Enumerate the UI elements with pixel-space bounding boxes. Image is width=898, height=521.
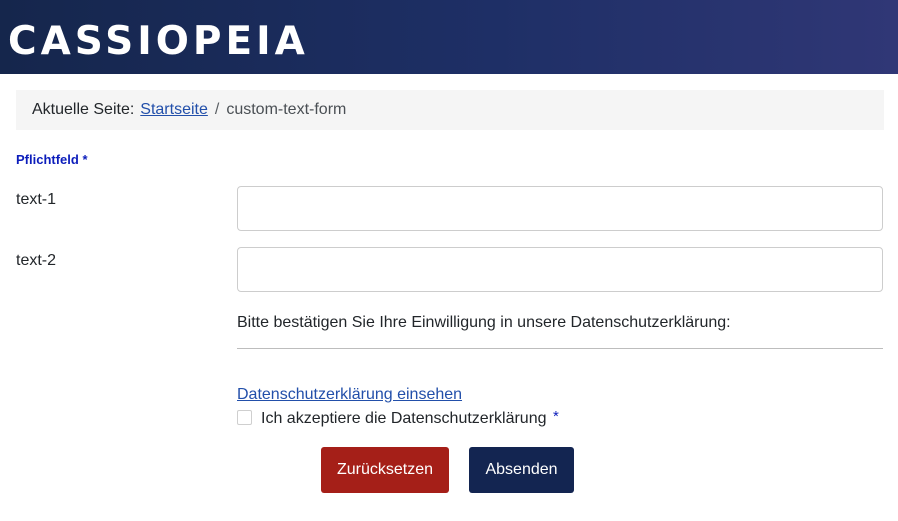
text-1-label: text-1 [16,191,57,208]
breadcrumb-home-link[interactable]: Startseite [140,101,208,118]
breadcrumb-separator: / [214,101,220,118]
site-logo[interactable]: CASSIOPEIA [8,18,309,66]
consent-divider [237,348,883,349]
required-marker: * [553,408,559,425]
consent-instruction: Bitte bestätigen Sie Ihre Einwilligung i… [237,314,731,331]
required-field-note: Pflichtfeld * [16,152,88,167]
breadcrumb: Aktuelle Seite: Startseite / custom-text-fo… [16,90,884,130]
breadcrumb-prefix: Aktuelle Seite: [32,101,135,118]
site-header: CASSIOPEIA [0,0,898,74]
privacy-consent-label[interactable]: Ich akzeptiere die Datenschutzerklärung [261,407,547,431]
reset-button[interactable]: Zurücksetzen [321,447,449,493]
privacy-policy-link[interactable]: Datenschutzerklärung einsehen [237,383,462,407]
breadcrumb-current-page: custom-text-form [226,101,347,118]
text-1-input[interactable] [237,186,883,231]
submit-button[interactable]: Absenden [469,447,574,493]
text-2-label: text-2 [16,252,57,269]
text-2-input[interactable] [237,247,883,292]
checkbox-unchecked-icon[interactable] [237,410,252,425]
